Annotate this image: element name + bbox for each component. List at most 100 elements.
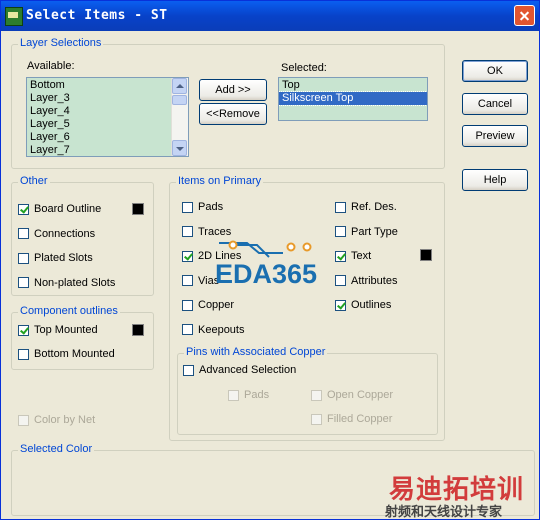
available-layer-item[interactable]: Layer_3 (27, 92, 188, 105)
scroll-up-icon[interactable] (172, 78, 187, 94)
checkbox-box (182, 201, 193, 213)
board-outline-label: Board Outline (34, 203, 102, 215)
checkbox-box (18, 277, 29, 288)
color-by-net-label: Color by Net (34, 414, 96, 426)
copper-label: Copper (198, 299, 235, 311)
checkbox-box (335, 226, 346, 237)
top-mounted-label: Top Mounted (34, 324, 98, 336)
available-layer-item[interactable]: Layer_4 (27, 105, 188, 118)
checkbox-box (311, 413, 322, 425)
add-button[interactable]: Add >> (199, 79, 267, 101)
pads-copper-checkbox[interactable]: Pads (228, 389, 269, 401)
title-bar[interactable]: Select Items - ST (1, 1, 539, 31)
help-button[interactable]: Help (462, 169, 528, 191)
checkbox-box (182, 226, 193, 237)
cancel-button[interactable]: Cancel (462, 93, 528, 115)
checkbox-box (311, 389, 322, 401)
text-label: Text (351, 250, 372, 262)
remove-button[interactable]: <<Remove (199, 103, 267, 125)
keepouts-label: Keepouts (198, 323, 245, 336)
ref-des-label: Ref. Des. (351, 201, 397, 213)
vias-checkbox[interactable]: Vias (182, 275, 219, 287)
plated-slots-label: Plated Slots (34, 252, 93, 264)
bottom-mounted-label: Bottom Mounted (34, 348, 115, 360)
checkbox-box (182, 250, 193, 262)
checkbox-box (183, 364, 194, 376)
group-label: Selected Color (18, 443, 95, 455)
outlines-checkbox[interactable]: Outlines (335, 299, 391, 311)
select-items-dialog: Select Items - ST Layer Selections Avail… (0, 0, 540, 520)
top-mounted-checkbox[interactable]: Top Mounted (18, 324, 98, 336)
checkbox-box (18, 228, 29, 239)
connections-checkbox[interactable]: Connections (18, 228, 95, 240)
group-label: Layer Selections (18, 37, 104, 49)
open-copper-checkbox[interactable]: Open Copper (311, 389, 393, 401)
text-checkbox[interactable]: Text (335, 250, 371, 262)
checkbox-box (182, 324, 193, 335)
training-sub-watermark: 射频和天线设计专家 (385, 504, 503, 519)
text-color-swatch[interactable] (420, 249, 432, 261)
checkbox-box (18, 348, 29, 360)
bottom-mounted-checkbox[interactable]: Bottom Mounted (18, 348, 115, 360)
advanced-selection-label: Advanced Selection (199, 364, 297, 376)
checkbox-box (228, 389, 239, 401)
selected-layer-item[interactable]: Top (279, 79, 427, 92)
non-plated-slots-checkbox[interactable]: Non-plated Slots (18, 277, 115, 289)
attributes-label: Attributes (351, 274, 398, 287)
window-title: Select Items - ST (26, 8, 168, 23)
filled-copper-checkbox[interactable]: Filled Copper (311, 413, 392, 425)
connections-label: Connections (34, 227, 96, 240)
top-mounted-color-swatch[interactable] (132, 324, 144, 336)
plated-slots-checkbox[interactable]: Plated Slots (18, 252, 93, 264)
checkbox-box (335, 299, 346, 311)
outlines-label: Outlines (351, 299, 392, 311)
group-label: Pins with Associated Copper (184, 346, 328, 358)
checkbox-box (335, 275, 346, 286)
checkbox-box (18, 414, 29, 426)
part-type-label: Part Type (351, 225, 398, 238)
available-layer-item[interactable]: Bottom (27, 79, 188, 92)
keepouts-checkbox[interactable]: Keepouts (182, 324, 244, 336)
checkbox-box (18, 252, 29, 264)
available-layer-item[interactable]: Layer_7 (27, 144, 188, 156)
advanced-selection-checkbox[interactable]: Advanced Selection (183, 364, 296, 376)
color-by-net-checkbox[interactable]: Color by Net (18, 414, 95, 426)
board-outline-color-swatch[interactable] (132, 203, 144, 215)
component-outlines-group: Component outlines (11, 305, 154, 370)
group-label: Other (18, 175, 50, 187)
board-outline-checkbox[interactable]: Board Outline (18, 203, 101, 215)
part-type-checkbox[interactable]: Part Type (335, 226, 398, 238)
eda365-watermark: EDA365 (215, 259, 318, 289)
pads-app-icon (5, 7, 23, 26)
close-button[interactable] (514, 5, 535, 26)
checkbox-box (335, 201, 346, 213)
copper-checkbox[interactable]: Copper (182, 299, 234, 311)
selected-listbox[interactable]: Top Silkscreen Top (278, 77, 428, 121)
checkbox-box (335, 250, 346, 262)
open-copper-label: Open Copper (327, 389, 394, 401)
checkbox-box (182, 275, 193, 286)
checkbox-box (18, 203, 29, 215)
pads-copper-label: Pads (244, 389, 270, 401)
scroll-down-icon[interactable] (172, 140, 187, 156)
available-listbox[interactable]: Bottom Layer_3 Layer_4 Layer_5 Layer_6 Layer_… (26, 77, 189, 157)
available-label: Available: (27, 60, 75, 72)
group-label: Items on Primary (176, 175, 264, 187)
ok-button[interactable]: OK (462, 60, 528, 82)
selected-label: Selected: (281, 62, 327, 74)
group-label: Component outlines (18, 305, 120, 317)
preview-button[interactable]: Preview (462, 125, 528, 147)
pads-checkbox[interactable]: Pads (182, 201, 223, 213)
attributes-checkbox[interactable]: Attributes (335, 275, 397, 287)
available-layer-item[interactable]: Layer_6 (27, 131, 188, 144)
pads-label: Pads (198, 201, 224, 213)
ref-des-checkbox[interactable]: Ref. Des. (335, 201, 397, 213)
available-layer-item[interactable]: Layer_5 (27, 118, 188, 131)
available-scrollbar[interactable] (171, 78, 188, 156)
filled-copper-label: Filled Copper (327, 413, 393, 425)
checkbox-box (182, 299, 193, 311)
selected-layer-item[interactable]: Silkscreen Top (279, 91, 427, 106)
non-plated-slots-label: Non-plated Slots (34, 276, 116, 289)
checkbox-box (18, 324, 29, 336)
scroll-thumb[interactable] (172, 95, 187, 105)
